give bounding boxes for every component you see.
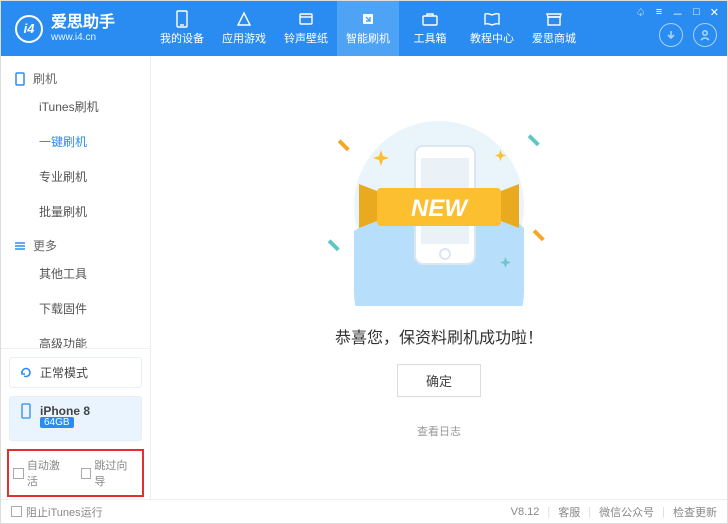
check-skip-wizard[interactable]: 跳过向导 bbox=[81, 457, 139, 489]
new-badge-text: NEW bbox=[411, 195, 469, 222]
app-subtitle: www.i4.cn bbox=[51, 32, 115, 43]
logo-area: i4 爱思助手 www.i4.cn bbox=[1, 14, 151, 43]
user-icon[interactable] bbox=[693, 23, 717, 47]
main-content: NEW ▬ ▬ ▬ ▬ 恭喜您，保资料刷机成功啦！ 确定 查看日志 bbox=[151, 56, 727, 499]
activation-options-box: 自动激活 跳过向导 bbox=[7, 449, 144, 497]
check-update-link[interactable]: 检查更新 bbox=[673, 504, 717, 520]
refresh-icon bbox=[18, 365, 34, 381]
success-illustration: NEW ▬ ▬ ▬ ▬ bbox=[329, 106, 549, 306]
wechat-link[interactable]: 微信公众号 bbox=[599, 504, 654, 520]
phone-small-icon bbox=[13, 72, 27, 86]
app-title: 爱思助手 bbox=[51, 14, 115, 32]
sidebar-section-flash: 刷机 bbox=[1, 62, 150, 89]
main-tabs: 我的设备 应用游戏 铃声壁纸 智能刷机 工具箱 教程中心 爱思商城 bbox=[151, 1, 585, 56]
window-controls: ♤ ≡ － □ ✕ bbox=[636, 6, 719, 22]
checkbox-icon bbox=[81, 468, 92, 479]
device-phone-icon bbox=[18, 403, 34, 419]
close-icon[interactable]: ✕ bbox=[710, 6, 719, 22]
toolbox-icon bbox=[421, 11, 439, 27]
sidebar-item-oneclick[interactable]: 一键刷机 bbox=[1, 124, 150, 159]
sidebar-item-batch[interactable]: 批量刷机 bbox=[1, 194, 150, 229]
view-log-link[interactable]: 查看日志 bbox=[417, 423, 461, 439]
sidebar-item-advanced[interactable]: 高级功能 bbox=[1, 326, 150, 348]
minimize-icon[interactable]: － bbox=[672, 6, 683, 22]
tab-label: 我的设备 bbox=[160, 30, 204, 46]
checkbox-icon bbox=[11, 506, 22, 517]
mode-label: 正常模式 bbox=[40, 364, 88, 381]
book-icon bbox=[483, 11, 501, 27]
tab-label: 应用游戏 bbox=[222, 30, 266, 46]
tab-label: 工具箱 bbox=[414, 30, 447, 46]
menu-icon[interactable]: ≡ bbox=[656, 6, 662, 22]
sidebar-item-itunes[interactable]: iTunes刷机 bbox=[1, 89, 150, 124]
tab-my-device[interactable]: 我的设备 bbox=[151, 1, 213, 56]
tab-label: 教程中心 bbox=[470, 30, 514, 46]
device-capacity-badge: 64GB bbox=[40, 417, 74, 428]
tab-flash[interactable]: 智能刷机 bbox=[337, 1, 399, 56]
tab-store[interactable]: 爱思商城 bbox=[523, 1, 585, 56]
list-icon bbox=[13, 239, 27, 253]
tab-label: 智能刷机 bbox=[346, 30, 390, 46]
flash-icon bbox=[359, 11, 377, 27]
checkbox-icon bbox=[13, 468, 24, 479]
check-auto-activate[interactable]: 自动激活 bbox=[13, 457, 71, 489]
device-box[interactable]: iPhone 8 64GB bbox=[9, 396, 142, 441]
version-label: V8.12 bbox=[511, 506, 540, 518]
download-icon[interactable] bbox=[659, 23, 683, 47]
phone-icon bbox=[173, 11, 191, 27]
sidebar-section-more: 更多 bbox=[1, 229, 150, 256]
store-icon bbox=[545, 11, 563, 27]
status-bar: 阻止iTunes运行 V8.12 | 客服 | 微信公众号 | 检查更新 bbox=[1, 499, 727, 523]
sidebar-item-pro[interactable]: 专业刷机 bbox=[1, 159, 150, 194]
tab-label: 爱思商城 bbox=[532, 30, 576, 46]
sidebar-item-other[interactable]: 其他工具 bbox=[1, 256, 150, 291]
tab-tutorials[interactable]: 教程中心 bbox=[461, 1, 523, 56]
sidebar-item-download[interactable]: 下载固件 bbox=[1, 291, 150, 326]
success-message: 恭喜您，保资料刷机成功啦！ bbox=[335, 324, 543, 348]
block-itunes-check[interactable]: 阻止iTunes运行 bbox=[11, 504, 103, 520]
device-name: iPhone 8 bbox=[40, 404, 90, 418]
app-logo-icon: i4 bbox=[15, 15, 43, 43]
music-icon bbox=[297, 11, 315, 27]
tab-apps[interactable]: 应用游戏 bbox=[213, 1, 275, 56]
apps-icon bbox=[235, 11, 253, 27]
maximize-icon[interactable]: □ bbox=[693, 6, 700, 22]
tab-ringtones[interactable]: 铃声壁纸 bbox=[275, 1, 337, 56]
tab-toolbox[interactable]: 工具箱 bbox=[399, 1, 461, 56]
skin-icon[interactable]: ♤ bbox=[636, 6, 646, 22]
app-header: i4 爱思助手 www.i4.cn 我的设备 应用游戏 铃声壁纸 智能刷机 工具… bbox=[1, 1, 727, 56]
tab-label: 铃声壁纸 bbox=[284, 30, 328, 46]
service-link[interactable]: 客服 bbox=[558, 504, 580, 520]
sidebar: 刷机 iTunes刷机 一键刷机 专业刷机 批量刷机 更多 其他工具 下载固件 … bbox=[1, 56, 151, 499]
mode-normal[interactable]: 正常模式 bbox=[9, 357, 142, 388]
ok-button[interactable]: 确定 bbox=[397, 364, 481, 397]
